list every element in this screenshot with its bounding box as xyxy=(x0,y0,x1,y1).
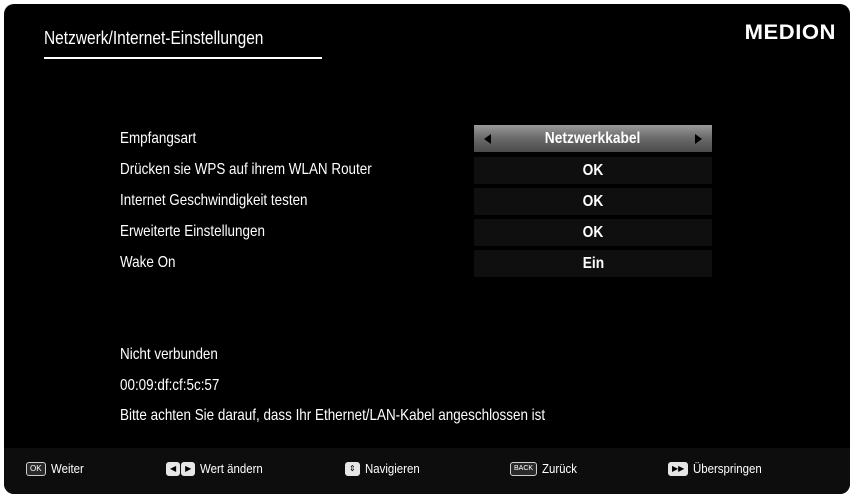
hint-skip-label: Überspringen xyxy=(693,461,762,476)
hint-navigate[interactable]: ⇕ Navigieren xyxy=(345,461,427,476)
setting-value-wake-on[interactable]: Ein xyxy=(474,250,712,277)
title-underline xyxy=(44,57,322,59)
hint-navigate-label: Navigieren xyxy=(364,461,420,476)
right-arrow-key-icon: ▶ xyxy=(181,461,196,476)
setting-label-wps: Drücken sie WPS auf ihrem WLAN Router xyxy=(120,161,372,178)
hint-change-value[interactable]: ◀ ▶ Wert ändern xyxy=(166,461,272,476)
setting-value-wps[interactable]: OK xyxy=(474,157,712,184)
cable-hint-message: Bitte achten Sie darauf, dass Ihr Ethern… xyxy=(120,407,546,424)
brand-logo: MEDION xyxy=(744,21,836,44)
setting-value-text: OK xyxy=(582,223,604,241)
setting-value-text: OK xyxy=(582,161,604,179)
setting-label-empfangsart: Empfangsart xyxy=(120,130,197,147)
ok-key-icon: OK xyxy=(26,461,46,476)
connection-status: Nicht verbunden xyxy=(120,346,218,363)
hint-continue[interactable]: OK Weiter xyxy=(26,461,88,476)
footer-bar: OK Weiter ◀ ▶ Wert ändern ⇕ Navigieren B… xyxy=(4,448,850,494)
hint-skip[interactable]: ▶▶ Überspringen xyxy=(668,461,771,476)
back-key-icon: BACK xyxy=(510,461,538,476)
setting-value-empfangsart[interactable]: Netzwerkkabel xyxy=(474,125,712,152)
arrow-left-icon[interactable] xyxy=(484,134,491,144)
setting-label-speedtest: Internet Geschwindigkeit testen xyxy=(120,192,308,209)
setting-value-speedtest[interactable]: OK xyxy=(474,188,712,215)
arrow-right-icon[interactable] xyxy=(695,134,702,144)
hint-continue-label: Weiter xyxy=(50,461,84,476)
setting-value-text: Ein xyxy=(582,254,604,272)
setting-value-text: OK xyxy=(582,192,604,210)
tv-screen: Netzwerk/Internet-Einstellungen MEDION E… xyxy=(4,4,850,494)
hint-back[interactable]: BACK Zurück xyxy=(510,461,582,476)
hint-change-value-label: Wert ändern xyxy=(200,461,264,476)
setting-value-text: Netzwerkkabel xyxy=(545,129,641,147)
hint-back-label: Zurück xyxy=(542,461,578,476)
setting-label-advanced: Erweiterte Einstellungen xyxy=(120,223,265,240)
fast-forward-key-icon: ▶▶ xyxy=(668,461,689,476)
left-arrow-key-icon: ◀ xyxy=(166,461,181,476)
page-title: Netzwerk/Internet-Einstellungen xyxy=(44,28,264,48)
setting-label-wake-on: Wake On xyxy=(120,254,176,271)
mac-address: 00:09:df:cf:5c:57 xyxy=(120,377,220,394)
up-down-key-icon: ⇕ xyxy=(345,461,360,476)
setting-value-advanced[interactable]: OK xyxy=(474,219,712,246)
